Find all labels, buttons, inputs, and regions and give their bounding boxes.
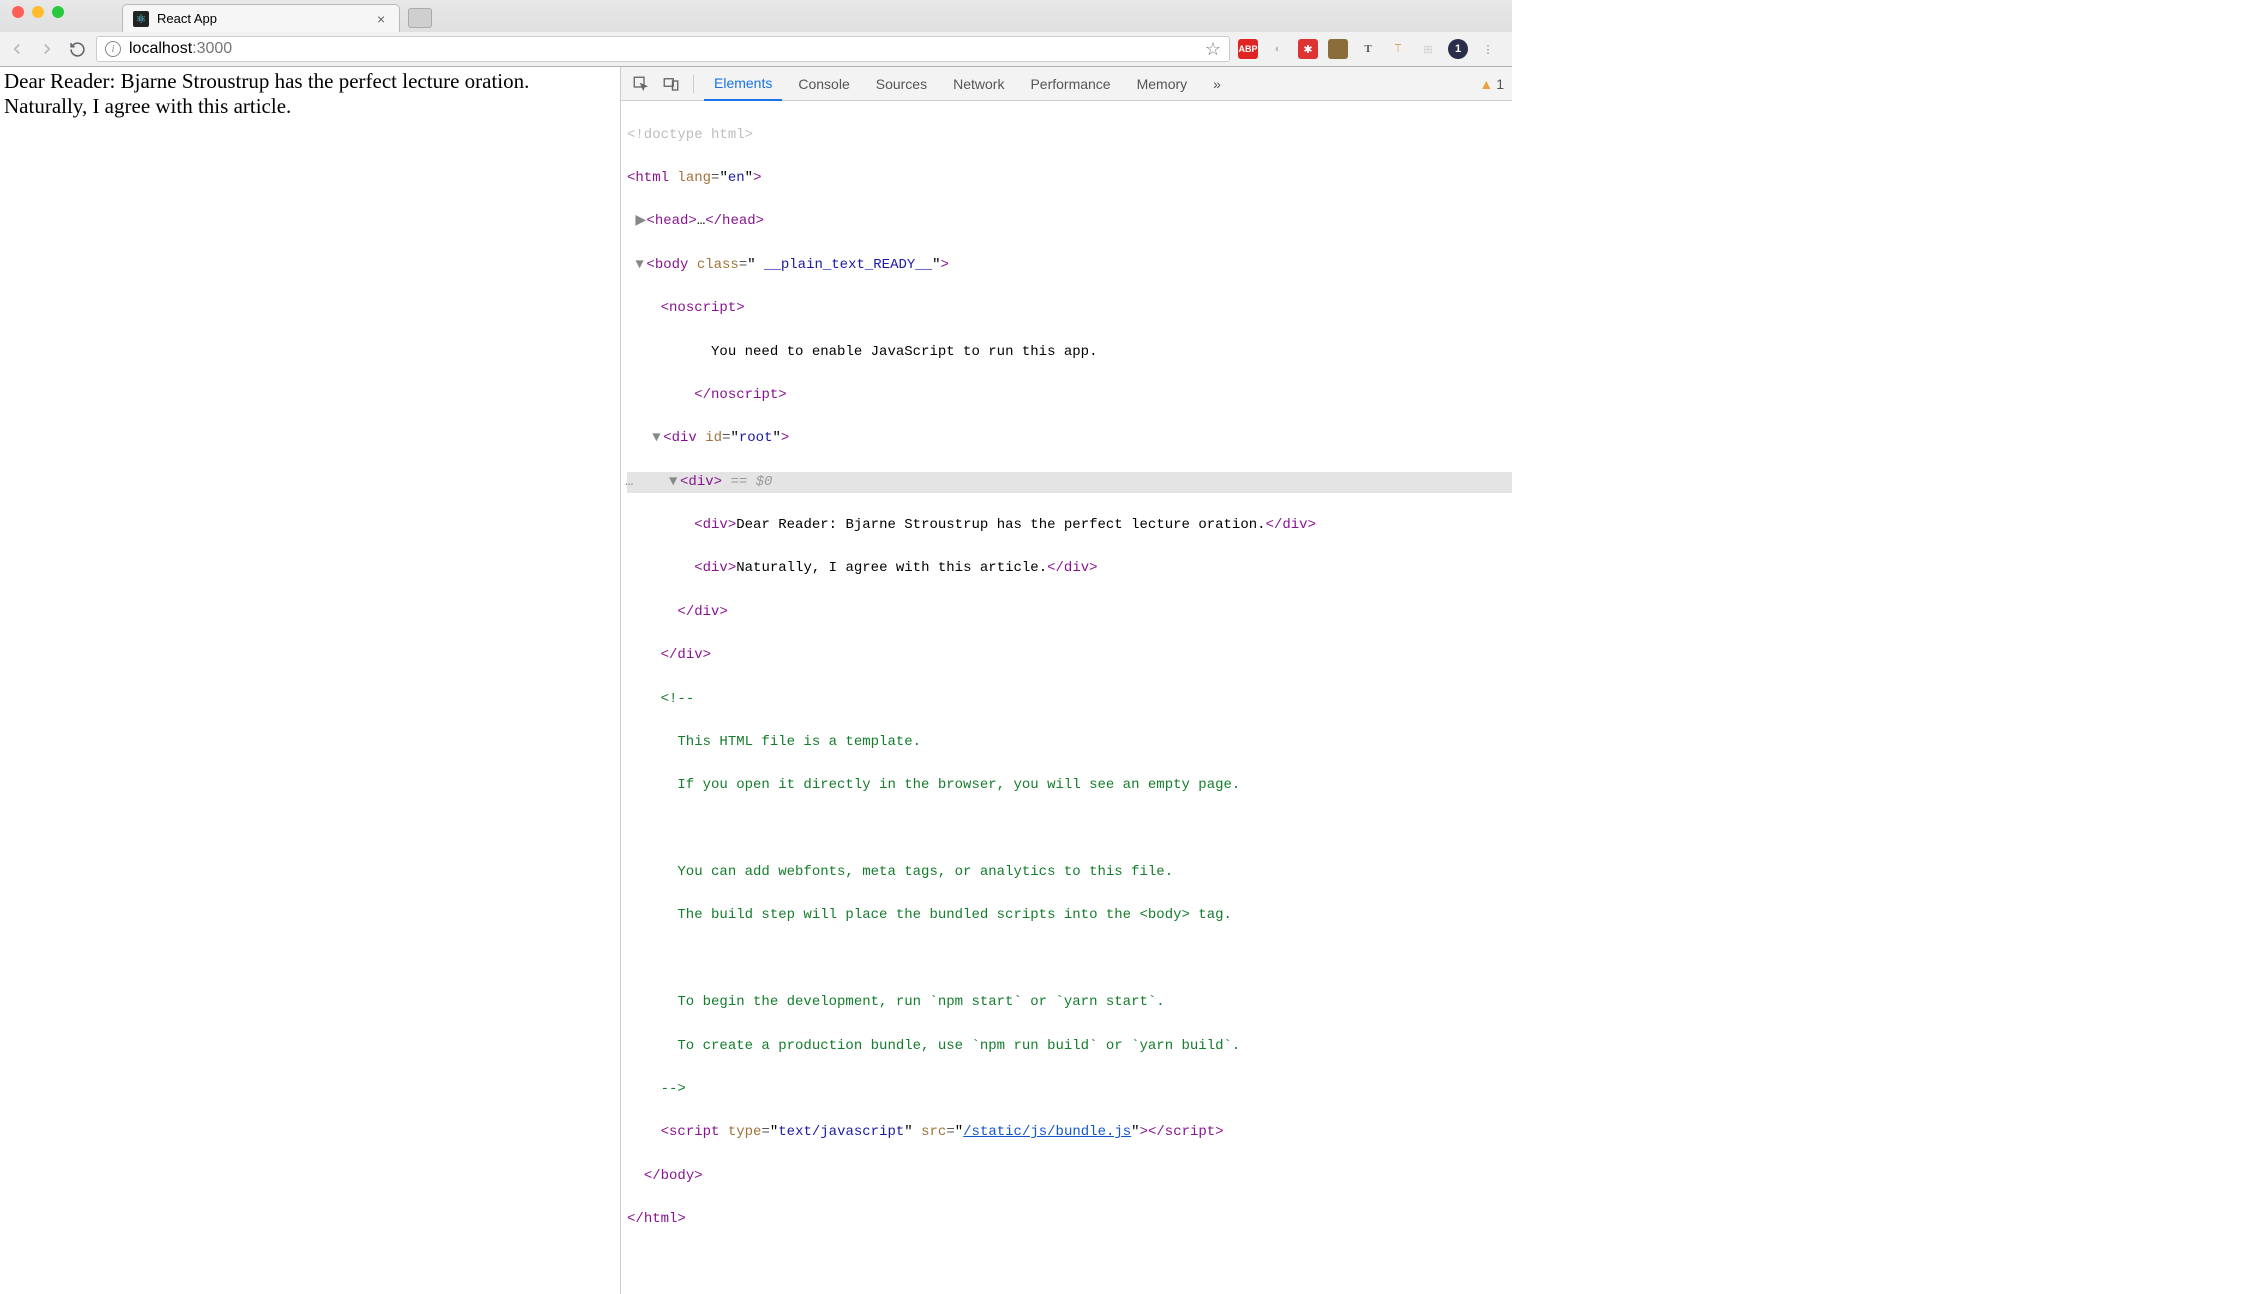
warnings-indicator[interactable]: ▲1 [1479,76,1504,92]
forward-button[interactable] [36,38,58,60]
script-src-link[interactable]: /static/js/bundle.js [963,1124,1131,1140]
toolbar: i localhost:3000 ☆ ABP ◐ ✱ T ⟙ ⊞ 1 ⋮ [0,32,1512,66]
close-window-icon[interactable] [12,6,24,18]
extension-icon[interactable]: ✱ [1298,39,1318,59]
page-text-line: Dear Reader: Bjarne Stroustrup has the p… [4,69,616,94]
new-tab-button[interactable] [408,8,432,28]
browser-tab[interactable]: ⚛ React App × [122,4,400,32]
dom-text: Dear Reader: Bjarne Stroustrup has the p… [736,517,1265,533]
device-toolbar-icon[interactable] [659,72,683,96]
extension-icon[interactable]: T [1358,39,1378,59]
browser-window: ⚛ React App × i localhost:3000 ☆ ABP ◐ ✱ [0,0,1512,1294]
window-controls [8,6,72,26]
extension-badge-icon[interactable]: 1 [1448,39,1468,59]
reload-button[interactable] [66,38,88,60]
selected-ref: == $0 [722,474,772,490]
inspect-element-icon[interactable] [629,72,653,96]
tabs-overflow-icon[interactable]: » [1203,67,1231,101]
tab-console[interactable]: Console [788,67,859,101]
extensions: ABP ◐ ✱ T ⟙ ⊞ 1 ⋮ [1238,39,1506,59]
tab-strip: ⚛ React App × [0,0,1512,32]
extension-icon[interactable]: ◐ [1268,39,1288,59]
extension-icon[interactable]: ⟙ [1388,39,1408,59]
devtools-toolbar: Elements Console Sources Network Perform… [621,67,1512,101]
url-text: localhost:3000 [129,40,232,58]
page-viewport: Dear Reader: Bjarne Stroustrup has the p… [0,67,620,1294]
browser-chrome: ⚛ React App × i localhost:3000 ☆ ABP ◐ ✱ [0,0,1512,67]
back-button[interactable] [6,38,28,60]
tab-elements[interactable]: Elements [704,67,782,101]
site-info-icon[interactable]: i [105,41,121,57]
bookmark-star-icon[interactable]: ☆ [1205,39,1221,60]
devtools-panel: Elements Console Sources Network Perform… [620,67,1512,1294]
adblock-extension-icon[interactable]: ABP [1238,39,1258,59]
tab-sources[interactable]: Sources [866,67,937,101]
selected-dom-node[interactable]: ▼<div> == $0 [627,472,1512,494]
extension-icon[interactable]: ⊞ [1418,39,1438,59]
tab-performance[interactable]: Performance [1020,67,1120,101]
expand-arrow-icon[interactable]: ▶ [635,211,646,233]
close-tab-icon[interactable]: × [373,11,389,27]
react-favicon-icon: ⚛ [133,11,149,27]
maximize-window-icon[interactable] [52,6,64,18]
chrome-menu-icon[interactable]: ⋮ [1478,39,1498,59]
elements-tree[interactable]: <!doctype html> <html lang="en"> ▶<head>… [621,101,1512,1294]
content-area: Dear Reader: Bjarne Stroustrup has the p… [0,67,1512,1294]
collapse-arrow-icon[interactable]: ▼ [669,472,680,494]
dom-text: Naturally, I agree with this article. [736,560,1047,576]
tab-title: React App [157,11,217,26]
collapse-arrow-icon[interactable]: ▼ [635,255,646,277]
address-bar[interactable]: i localhost:3000 ☆ [96,36,1230,62]
tab-memory[interactable]: Memory [1127,67,1198,101]
dom-doctype: <!doctype html> [627,127,753,143]
page-text-line: Naturally, I agree with this article. [4,94,616,119]
dom-comment: <!-- [661,691,695,707]
separator [693,75,694,93]
minimize-window-icon[interactable] [32,6,44,18]
collapse-arrow-icon[interactable]: ▼ [652,428,663,450]
dom-text: You need to enable JavaScript to run thi… [711,344,1097,360]
extension-icon[interactable] [1328,39,1348,59]
warning-icon: ▲ [1479,76,1493,92]
tab-network[interactable]: Network [943,67,1014,101]
